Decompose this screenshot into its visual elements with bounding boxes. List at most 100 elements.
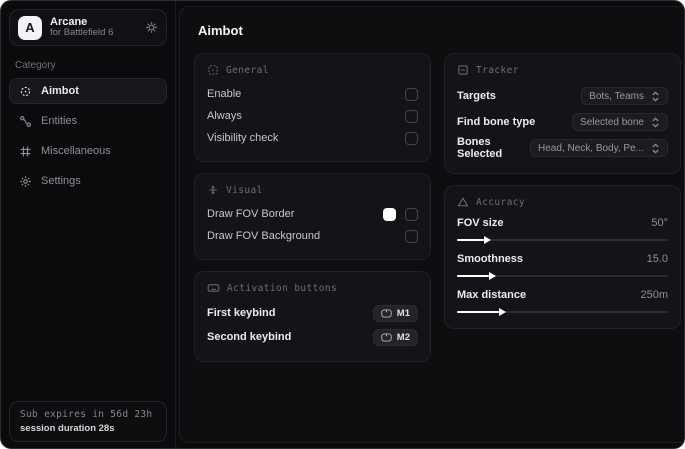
sidebar: A Arcane for Battlefield 6 Category Aimb… xyxy=(1,1,176,448)
box-minus-icon xyxy=(458,65,468,75)
setting-row-always: Always xyxy=(207,105,418,127)
setting-row-bones-selected: Bones Selected Head, Neck, Body, Pe... xyxy=(457,135,668,161)
sidebar-item-label: Settings xyxy=(41,175,81,187)
slider-fill xyxy=(457,272,496,280)
slider-label-row: Smoothness 15.0 xyxy=(457,253,668,265)
move-icon xyxy=(209,185,217,195)
setting-group-max-distance: Max distance 250m xyxy=(457,289,668,316)
smoothness-slider[interactable] xyxy=(457,272,668,280)
mouse-icon xyxy=(381,308,392,318)
draw-fov-background-checkbox[interactable] xyxy=(405,229,418,243)
chevrons-up-down-icon xyxy=(652,90,659,102)
setting-label: Second keybind xyxy=(207,331,292,343)
left-column: General Enable Always Visibility check V… xyxy=(194,53,431,362)
chevrons-up-down-icon xyxy=(652,116,659,128)
general-card-header: General xyxy=(207,64,418,76)
gear-icon xyxy=(20,175,31,187)
tracker-title: Tracker xyxy=(476,64,519,76)
select-value: Selected bone xyxy=(580,116,644,128)
setting-row-targets: Targets Bots, Teams xyxy=(457,83,668,109)
enable-checkbox[interactable] xyxy=(405,87,418,101)
slider-value: 15.0 xyxy=(646,253,668,265)
slider-thumb[interactable] xyxy=(499,308,507,316)
gear-icon[interactable] xyxy=(145,21,158,34)
max-distance-slider[interactable] xyxy=(457,308,668,316)
setting-group-fov-size: FOV size 50° xyxy=(457,217,668,244)
setting-group-smoothness: Smoothness 15.0 xyxy=(457,253,668,280)
setting-label: Bones Selected xyxy=(457,136,503,160)
always-checkbox[interactable] xyxy=(405,109,418,123)
crosshair-icon xyxy=(20,86,31,96)
setting-row-first-keybind: First keybind M1 xyxy=(207,301,418,325)
tracker-card-header: Tracker xyxy=(457,64,668,76)
setting-row-visibility-check: Visibility check xyxy=(207,127,418,149)
main-panel: Aimbot General Enable Always Visibility … xyxy=(179,6,684,443)
app-logo-letter: A xyxy=(25,20,35,35)
brand-text: Arcane for Battlefield 6 xyxy=(50,16,137,40)
sidebar-item-miscellaneous[interactable]: Miscellaneous xyxy=(9,138,167,164)
first-keybind-button[interactable]: M1 xyxy=(372,304,418,322)
slider-thumb[interactable] xyxy=(484,236,492,244)
right-column: Tracker Targets Bots, Teams Find bone ty… xyxy=(444,53,681,329)
visibility-check-checkbox[interactable] xyxy=(405,131,418,145)
fov-border-color-swatch[interactable] xyxy=(383,207,396,221)
slider-value: 50° xyxy=(651,217,668,229)
slider-value: 250m xyxy=(640,289,668,301)
setting-row-find-bone-type: Find bone type Selected bone xyxy=(457,109,668,135)
sidebar-item-entities[interactable]: Entities xyxy=(9,108,167,134)
setting-controls xyxy=(383,207,418,221)
visual-title: Visual xyxy=(226,184,263,196)
sidebar-item-label: Miscellaneous xyxy=(41,145,111,157)
bones-selected-select[interactable]: Head, Neck, Body, Pe... xyxy=(530,139,668,157)
find-bone-type-select[interactable]: Selected bone xyxy=(572,113,668,131)
accuracy-card: Accuracy FOV size 50° Smoothness 15.0 Ma… xyxy=(444,185,681,329)
second-keybind-button[interactable]: M2 xyxy=(372,328,418,346)
setting-label: Targets xyxy=(457,90,496,102)
slider-fill xyxy=(457,236,492,244)
slider-thumb[interactable] xyxy=(488,272,496,280)
mouse-icon xyxy=(381,332,392,342)
activation-card: Activation buttons First keybind M1 Seco… xyxy=(194,271,431,362)
keybind-value: M1 xyxy=(396,307,410,319)
select-value: Head, Neck, Body, Pe... xyxy=(538,142,644,154)
activation-title: Activation buttons xyxy=(227,282,338,294)
sidebar-item-label: Aimbot xyxy=(41,85,79,97)
content-columns: General Enable Always Visibility check V… xyxy=(194,53,681,362)
brand-card: A Arcane for Battlefield 6 xyxy=(9,9,167,46)
select-value: Bots, Teams xyxy=(589,90,644,102)
targets-select[interactable]: Bots, Teams xyxy=(581,87,668,105)
general-card: General Enable Always Visibility check xyxy=(194,53,431,162)
sidebar-item-aimbot[interactable]: Aimbot xyxy=(9,78,167,104)
setting-label: Max distance xyxy=(457,289,527,301)
activation-card-header: Activation buttons xyxy=(207,282,418,294)
setting-label: Draw FOV Border xyxy=(207,208,295,220)
sub-expiry-text: Sub expires in 56d 23h xyxy=(20,409,153,420)
sidebar-nav: Aimbot Entities Miscellaneous Settings xyxy=(9,78,167,194)
visual-card: Visual Draw FOV Border Draw FOV Backgrou… xyxy=(194,173,431,260)
sidebar-item-settings[interactable]: Settings xyxy=(9,168,167,194)
app-logo: A xyxy=(18,15,42,40)
sidebar-item-label: Entities xyxy=(41,115,78,127)
triangle-icon xyxy=(457,197,469,207)
fov-size-slider[interactable] xyxy=(457,236,668,244)
slider-label-row: FOV size 50° xyxy=(457,217,668,229)
session-duration-text: session duration 28s xyxy=(20,423,115,434)
tracker-card: Tracker Targets Bots, Teams Find bone ty… xyxy=(444,53,681,174)
entities-icon xyxy=(20,115,31,127)
accuracy-title: Accuracy xyxy=(476,196,525,208)
setting-row-second-keybind: Second keybind M2 xyxy=(207,325,418,349)
category-label: Category xyxy=(15,60,56,71)
page-title: Aimbot xyxy=(198,23,243,38)
setting-label: FOV size xyxy=(457,217,504,229)
accuracy-card-header: Accuracy xyxy=(457,196,668,208)
keyboard-icon xyxy=(207,284,220,292)
setting-row-draw-fov-background: Draw FOV Background xyxy=(207,225,418,247)
setting-label: Always xyxy=(207,110,242,122)
draw-fov-border-checkbox[interactable] xyxy=(405,207,418,221)
chevrons-up-down-icon xyxy=(652,142,659,154)
setting-label: First keybind xyxy=(207,307,276,319)
setting-label: Enable xyxy=(207,88,242,100)
setting-row-enable: Enable xyxy=(207,83,418,105)
setting-row-draw-fov-border: Draw FOV Border xyxy=(207,203,418,225)
setting-label: Smoothness xyxy=(457,253,524,265)
